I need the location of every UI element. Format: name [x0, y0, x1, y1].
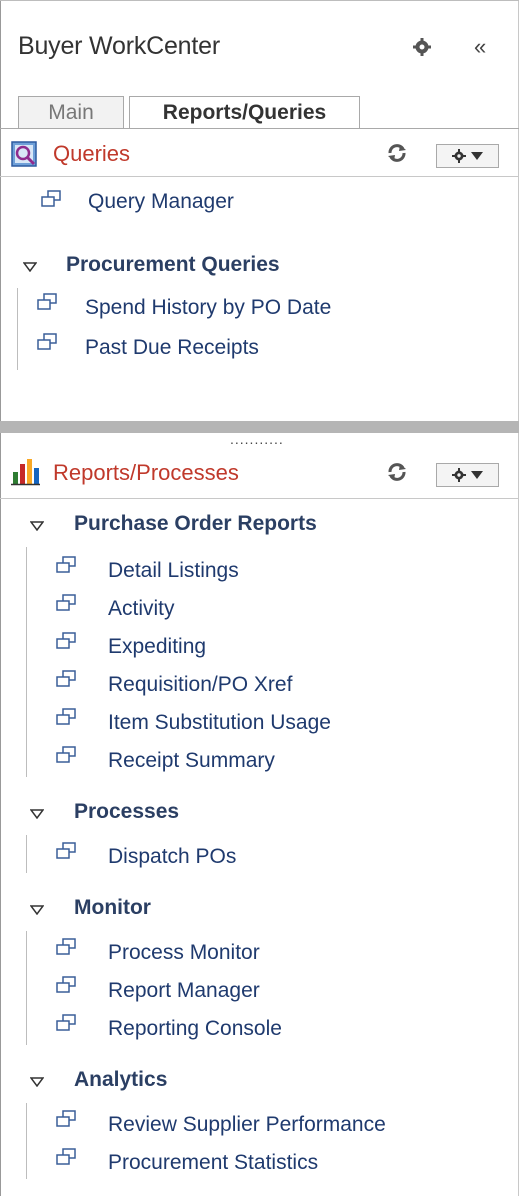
gear-icon: [451, 149, 466, 163]
link-reporting-console[interactable]: Reporting Console: [108, 1017, 282, 1041]
window-link-icon: [56, 594, 76, 611]
refresh-icon[interactable]: [386, 142, 408, 164]
chevron-down-icon: [470, 471, 483, 479]
window-link-icon: [41, 190, 61, 207]
refresh-icon[interactable]: [386, 461, 408, 483]
workcenter-title: Buyer WorkCenter: [18, 32, 220, 60]
link-requisition-po-xref[interactable]: Requisition/PO Xref: [108, 673, 292, 697]
triangle-down-icon[interactable]: [23, 262, 37, 272]
window-link-icon: [56, 938, 76, 955]
reports-pagelet-header: Reports/Processes: [0, 452, 519, 490]
link-expediting[interactable]: Expediting: [108, 635, 206, 659]
window-link-icon: [56, 1110, 76, 1127]
reports-title: Reports/Processes: [53, 460, 239, 485]
group-purchase-order-reports[interactable]: Purchase Order Reports: [74, 512, 317, 536]
link-dispatch-pos[interactable]: Dispatch POs: [108, 845, 236, 869]
window-link-icon: [56, 746, 76, 763]
link-past-due-receipts[interactable]: Past Due Receipts: [85, 336, 259, 360]
link-receipt-summary[interactable]: Receipt Summary: [108, 749, 275, 773]
double-chevron-left-icon[interactable]: «: [474, 36, 486, 58]
triangle-down-icon[interactable]: [30, 905, 44, 915]
group-processes[interactable]: Processes: [74, 800, 179, 824]
triangle-down-icon[interactable]: [30, 809, 44, 819]
link-process-monitor[interactable]: Process Monitor: [108, 941, 260, 965]
top-border: [0, 0, 519, 1]
query-icon: [11, 141, 37, 167]
tab-main[interactable]: Main: [18, 96, 124, 129]
reports-header-divider: [0, 498, 519, 499]
triangle-down-icon[interactable]: [30, 521, 44, 531]
queries-options-button[interactable]: [436, 144, 499, 168]
window-link-icon: [56, 976, 76, 993]
link-query-manager[interactable]: Query Manager: [88, 190, 234, 214]
splitter-grip[interactable]: ...........: [230, 432, 284, 446]
bar-chart-icon: [11, 459, 40, 486]
window-link-icon: [56, 1148, 76, 1165]
queries-header-divider: [0, 176, 519, 177]
window-link-icon: [56, 670, 76, 687]
tab-divider: [0, 128, 519, 129]
triangle-down-icon[interactable]: [30, 1077, 44, 1087]
link-procurement-statistics[interactable]: Procurement Statistics: [108, 1151, 318, 1175]
group-procurement-queries[interactable]: Procurement Queries: [66, 253, 280, 277]
gear-icon: [451, 468, 466, 482]
chevron-down-icon: [470, 152, 483, 160]
group-indent-line: [26, 547, 27, 777]
window-link-icon: [37, 333, 57, 350]
queries-title: Queries: [53, 141, 131, 166]
group-monitor[interactable]: Monitor: [74, 896, 151, 920]
window-link-icon: [56, 1014, 76, 1031]
link-spend-history-by-po-date[interactable]: Spend History by PO Date: [85, 296, 331, 320]
tab-reports-queries[interactable]: Reports/Queries: [129, 96, 360, 129]
tab-reports-queries-label: Reports/Queries: [162, 101, 327, 124]
link-activity[interactable]: Activity: [108, 597, 175, 621]
window-link-icon: [56, 556, 76, 573]
link-item-substitution-usage[interactable]: Item Substitution Usage: [108, 711, 331, 735]
group-indent-line: [26, 835, 27, 873]
window-link-icon: [56, 632, 76, 649]
group-indent-line: [26, 1103, 27, 1179]
link-detail-listings[interactable]: Detail Listings: [108, 559, 239, 583]
window-link-icon: [56, 708, 76, 725]
window-link-icon: [56, 842, 76, 859]
queries-pagelet-header: Queries: [0, 136, 519, 174]
group-analytics[interactable]: Analytics: [74, 1068, 167, 1092]
reports-options-button[interactable]: [436, 463, 499, 487]
link-review-supplier-performance[interactable]: Review Supplier Performance: [108, 1113, 386, 1137]
link-report-manager[interactable]: Report Manager: [108, 979, 260, 1003]
group-indent-line: [26, 931, 27, 1045]
tab-main-label: Main: [48, 101, 94, 124]
group-indent-line: [17, 288, 18, 370]
window-link-icon: [37, 293, 57, 310]
gear-icon[interactable]: [412, 37, 432, 57]
